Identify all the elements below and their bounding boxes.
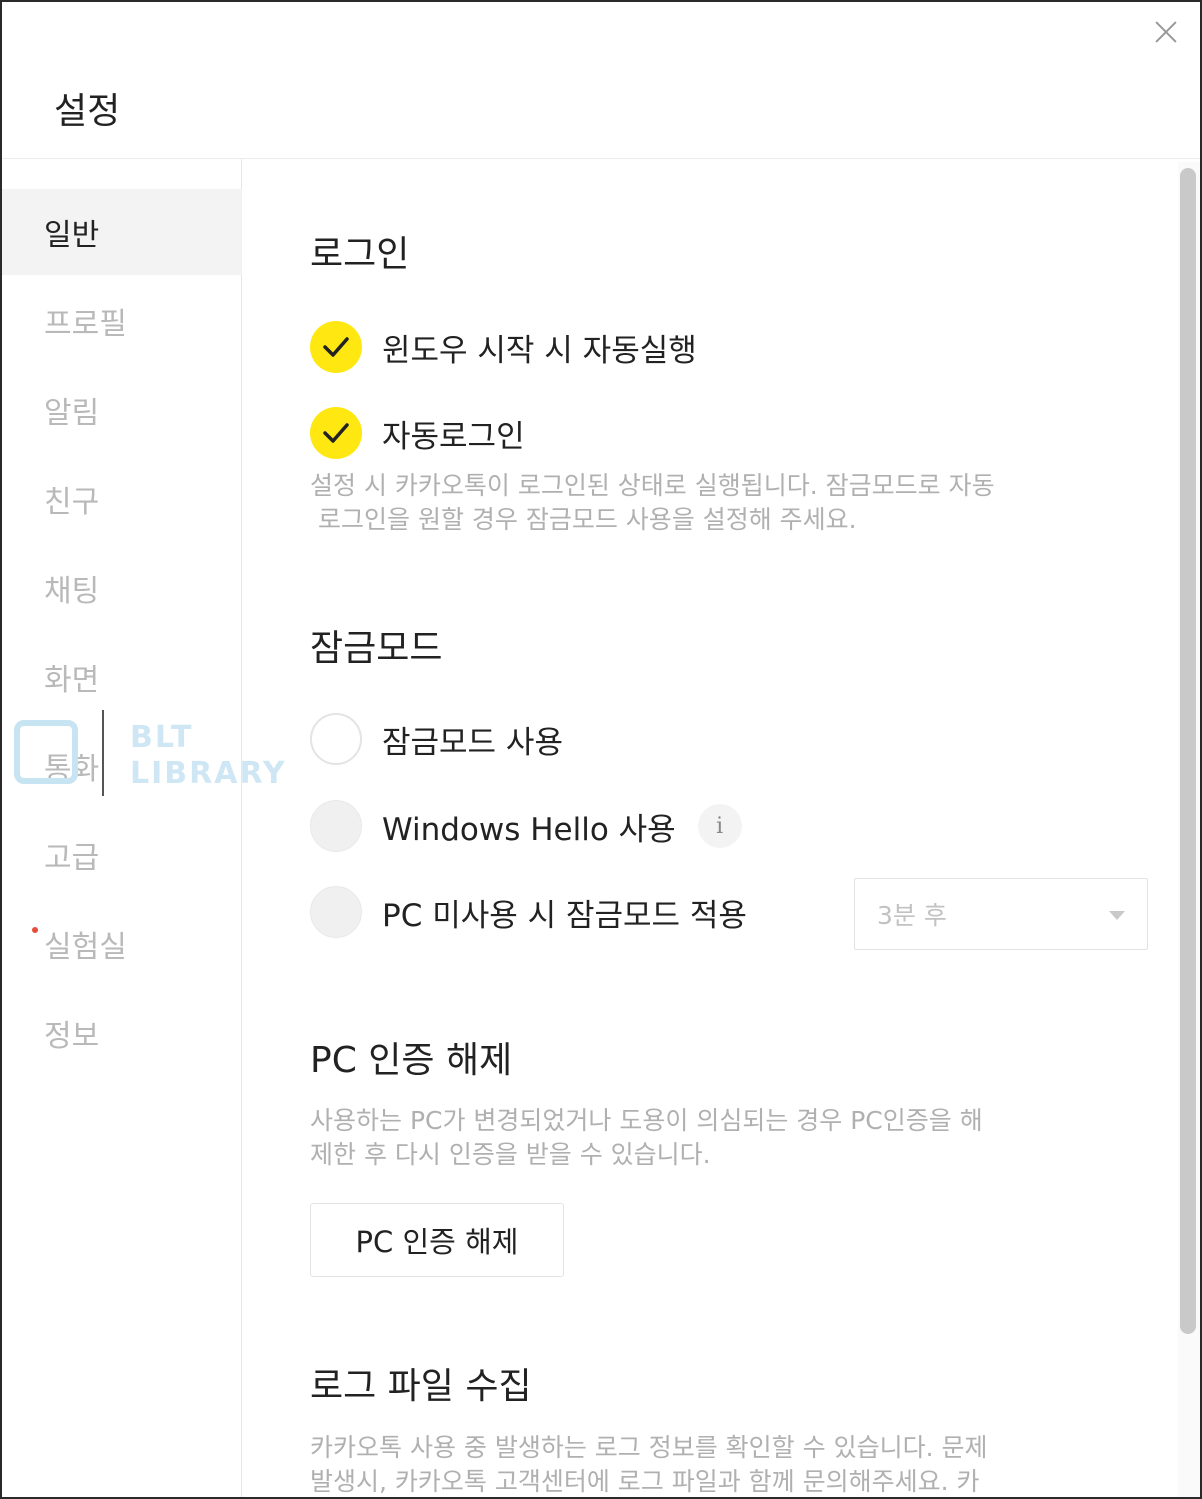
settings-content: 로그인 윈도우 시작 시 자동실행 자동로그인 설정 시 카카오톡이 로그인된 … xyxy=(244,159,1174,1497)
description-line: 설정 시 카카오톡이 로그인된 상태로 실행됩니다. 잠금모드로 자동 xyxy=(310,471,995,500)
idle-time-select[interactable]: 3분 후 xyxy=(854,878,1148,950)
close-icon[interactable] xyxy=(1148,14,1184,50)
auto-login-option[interactable]: 자동로그인 xyxy=(310,407,525,459)
login-section-title: 로그인 xyxy=(310,234,410,275)
pc-auth-description: 사용하는 PC가 변경되었거나 도용이 의심되는 경우 PC인증을 해 제한 후… xyxy=(310,1104,1150,1172)
windows-hello-checkbox[interactable] xyxy=(310,800,362,852)
lock-section-title: 잠금모드 xyxy=(310,628,443,669)
log-section-title: 로그 파일 수집 xyxy=(310,1366,532,1407)
sidebar-item-label: 채팅 xyxy=(44,574,100,609)
use-lock-checkbox[interactable] xyxy=(310,713,362,765)
window-title: 설정 xyxy=(54,91,121,132)
idle-time-value: 3분 후 xyxy=(877,901,947,930)
check-icon xyxy=(323,423,349,443)
auto-start-checkbox[interactable] xyxy=(310,321,362,373)
description-line: 카카오톡 사용 중 발생하는 로그 정보를 확인할 수 있습니다. 문제 xyxy=(310,1433,988,1462)
new-badge-dot xyxy=(32,927,38,933)
description-line: 발생시, 카카오톡 고객센터에 로그 파일과 함께 문의해주세요. 카 xyxy=(310,1467,980,1496)
sidebar-item-label: 알림 xyxy=(44,396,100,431)
windows-hello-label: Windows Hello 사용 xyxy=(382,811,676,848)
sidebar-item-advanced[interactable]: 고급 xyxy=(2,812,242,898)
sidebar-item-display[interactable]: 화면 xyxy=(2,634,242,720)
sidebar-item-label: 고급 xyxy=(44,841,100,876)
pc-auth-reset-button[interactable]: PC 인증 해제 xyxy=(310,1203,564,1277)
sidebar-item-call[interactable]: 통화 xyxy=(2,723,242,809)
sidebar-item-profile[interactable]: 프로필 xyxy=(2,278,242,364)
scrollbar-thumb[interactable] xyxy=(1180,168,1196,1334)
sidebar-item-label: 화면 xyxy=(44,663,100,698)
sidebar-item-general[interactable]: 일반 xyxy=(2,189,242,275)
settings-window: 설정 일반 프로필 알림 친구 채팅 화면 통화 고급 실험실 정보 로그인 윈… xyxy=(0,0,1202,1499)
info-icon[interactable]: i xyxy=(697,804,742,848)
description-line: 사용하는 PC가 변경되었거나 도용이 의심되는 경우 PC인증을 해 xyxy=(310,1106,983,1135)
idle-lock-checkbox[interactable] xyxy=(310,886,362,938)
auto-login-label: 자동로그인 xyxy=(382,418,525,455)
sidebar-item-label: 통화 xyxy=(44,752,100,787)
sidebar-item-label: 실험실 xyxy=(44,930,127,965)
sidebar-item-notifications[interactable]: 알림 xyxy=(2,367,242,453)
auto-start-option[interactable]: 윈도우 시작 시 자동실행 xyxy=(310,321,697,373)
sidebar-item-label: 친구 xyxy=(44,485,100,520)
idle-lock-option[interactable]: PC 미사용 시 잠금모드 적용 xyxy=(310,886,747,938)
auto-login-description: 설정 시 카카오톡이 로그인된 상태로 실행됩니다. 잠금모드로 자동 로그인을… xyxy=(310,469,1150,537)
sidebar: 일반 프로필 알림 친구 채팅 화면 통화 고급 실험실 정보 xyxy=(2,159,242,1497)
description-line: 제한 후 다시 인증을 받을 수 있습니다. xyxy=(310,1140,711,1169)
sidebar-item-info[interactable]: 정보 xyxy=(2,990,242,1076)
use-lock-option[interactable]: 잠금모드 사용 xyxy=(310,713,563,765)
auto-start-label: 윈도우 시작 시 자동실행 xyxy=(382,332,697,369)
log-description: 카카오톡 사용 중 발생하는 로그 정보를 확인할 수 있습니다. 문제 발생시… xyxy=(310,1431,1150,1497)
sidebar-item-label: 프로필 xyxy=(44,307,127,342)
sidebar-item-chat[interactable]: 채팅 xyxy=(2,545,242,631)
idle-lock-label: PC 미사용 시 잠금모드 적용 xyxy=(382,897,747,934)
sidebar-item-label: 일반 xyxy=(44,218,100,253)
description-line: 로그인을 원할 경우 잠금모드 사용을 설정해 주세요. xyxy=(318,505,857,534)
pc-auth-section-title: PC 인증 해제 xyxy=(310,1040,513,1081)
auto-login-checkbox[interactable] xyxy=(310,407,362,459)
windows-hello-option[interactable]: Windows Hello 사용 i xyxy=(310,800,742,852)
sidebar-item-lab[interactable]: 실험실 xyxy=(2,901,242,987)
sidebar-item-label: 정보 xyxy=(44,1019,100,1054)
use-lock-label: 잠금모드 사용 xyxy=(382,724,563,761)
check-icon xyxy=(323,337,349,357)
chevron-down-icon xyxy=(1109,911,1125,920)
sidebar-item-friends[interactable]: 친구 xyxy=(2,456,242,542)
